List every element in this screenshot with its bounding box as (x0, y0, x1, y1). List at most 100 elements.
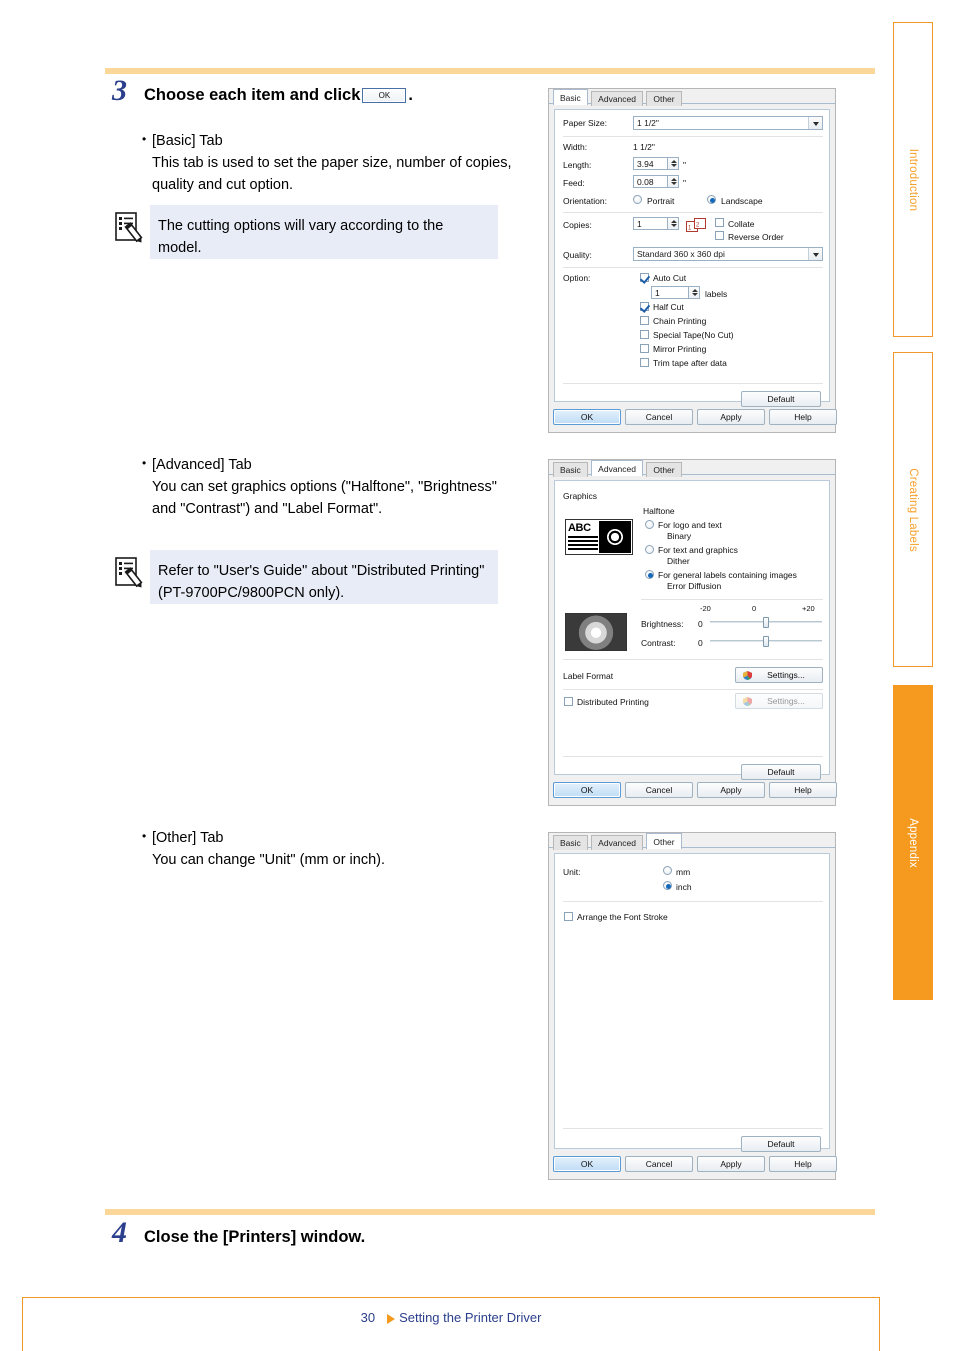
halftone-dither-radio[interactable] (645, 545, 654, 554)
unit-inch-label[interactable]: inch (676, 882, 692, 892)
divider (563, 136, 823, 137)
tab-basic[interactable]: Basic (553, 89, 588, 105)
arrange-font-stroke-label[interactable]: Arrange the Font Stroke (577, 912, 668, 922)
ok-button[interactable]: OK (553, 1156, 621, 1172)
tab-advanced[interactable]: Advanced (591, 835, 643, 850)
slider-tick-mid: 0 (752, 604, 757, 613)
tab-other[interactable]: Other (646, 91, 682, 106)
halftone-binary-radio[interactable] (645, 520, 654, 529)
unit-label: Unit: (563, 867, 581, 877)
slider-thumb[interactable] (763, 617, 769, 628)
auto-cut-count-input[interactable]: 1 (651, 286, 689, 299)
printer-properties-dialog-other[interactable]: Basic Advanced Other Unit: mm inch Arran… (548, 832, 837, 1180)
chain-printing-label[interactable]: Chain Printing (653, 316, 706, 326)
halftone-binary-sublabel: Binary (667, 531, 692, 541)
tab-other[interactable]: Other (646, 833, 682, 849)
apply-button[interactable]: Apply (697, 409, 765, 425)
tab-other[interactable]: Other (646, 462, 682, 477)
half-cut-label[interactable]: Half Cut (653, 302, 684, 312)
auto-cut-label[interactable]: Auto Cut (653, 273, 686, 283)
printer-properties-dialog-advanced[interactable]: Basic Advanced Other Graphics Halftone A… (548, 459, 837, 806)
auto-cut-checkbox[interactable] (640, 273, 649, 282)
unit-mm-radio[interactable] (663, 866, 672, 875)
collate-checkbox[interactable] (715, 218, 724, 227)
default-button[interactable]: Default (741, 391, 821, 407)
halftone-binary-label[interactable]: For logo and text (658, 520, 722, 530)
apply-button[interactable]: Apply (697, 782, 765, 798)
paper-size-combobox[interactable]: 1 1/2" (633, 116, 823, 130)
slider-thumb[interactable] (763, 636, 769, 647)
orientation-landscape-label[interactable]: Landscape (721, 196, 763, 206)
default-button[interactable]: Default (741, 1136, 821, 1152)
distributed-printing-checkbox[interactable] (564, 697, 573, 706)
brightness-label: Brightness: (641, 619, 684, 629)
reverse-order-checkbox[interactable] (715, 231, 724, 240)
default-button[interactable]: Default (741, 764, 821, 780)
help-button[interactable]: Help (769, 782, 837, 798)
brightness-value: 0 (698, 619, 703, 629)
copies-stepper[interactable] (668, 217, 679, 230)
auto-cut-count-stepper[interactable] (689, 286, 700, 299)
help-button[interactable]: Help (769, 409, 837, 425)
orientation-portrait-label[interactable]: Portrait (647, 196, 674, 206)
label-format-settings-button[interactable]: Settings... (735, 667, 823, 683)
special-tape-checkbox[interactable] (640, 330, 649, 339)
sidebar-tab-appendix[interactable]: Appendix (893, 685, 933, 1000)
dialog-button-row: OK Cancel Apply Help (553, 409, 837, 427)
unit-mm-label[interactable]: mm (676, 867, 690, 877)
halftone-error-diffusion-radio[interactable] (645, 570, 654, 579)
advanced-tab-description: [Advanced] Tab You can set graphics opti… (152, 454, 522, 521)
orientation-landscape-radio[interactable] (707, 195, 716, 204)
ok-button[interactable]: OK (553, 409, 621, 425)
feed-input[interactable]: 0.08 (633, 175, 668, 188)
printer-properties-dialog-basic[interactable]: Basic Advanced Other Paper Size: 1 1/2" … (548, 88, 837, 433)
tab-basic[interactable]: Basic (553, 462, 588, 477)
chain-printing-checkbox[interactable] (640, 316, 649, 325)
halftone-error-diffusion-label[interactable]: For general labels containing images (658, 570, 797, 580)
mirror-printing-checkbox[interactable] (640, 344, 649, 353)
sidebar-tab-label: Creating Labels (907, 467, 919, 552)
trim-tape-checkbox[interactable] (640, 358, 649, 367)
chevron-down-icon[interactable] (808, 248, 822, 260)
ok-button[interactable]: OK (553, 782, 621, 798)
sidebar-tab-label: Introduction (907, 148, 919, 211)
copies-input[interactable]: 1 (633, 217, 668, 230)
collate-label[interactable]: Collate (728, 219, 754, 229)
feed-stepper[interactable] (668, 175, 679, 188)
mirror-printing-label[interactable]: Mirror Printing (653, 344, 706, 354)
brightness-slider[interactable] (710, 617, 822, 628)
tab-basic[interactable]: Basic (553, 835, 588, 850)
tab-advanced[interactable]: Advanced (591, 91, 643, 106)
length-input[interactable]: 3.94 (633, 157, 668, 170)
cancel-button[interactable]: Cancel (625, 782, 693, 798)
halftone-dither-label[interactable]: For text and graphics (658, 545, 738, 555)
cancel-button[interactable]: Cancel (625, 409, 693, 425)
arrange-font-stroke-checkbox[interactable] (564, 912, 573, 921)
sidebar-tab-creating-labels[interactable]: Creating Labels (893, 352, 933, 667)
chevron-down-icon[interactable] (808, 117, 822, 129)
paper-size-value: 1 1/2" (637, 118, 659, 128)
tab-advanced[interactable]: Advanced (591, 460, 643, 476)
slider-tick-min: -20 (700, 604, 711, 613)
unit-inch-radio[interactable] (663, 881, 672, 890)
distributed-printing-settings-button[interactable]: Settings... (735, 693, 823, 709)
contrast-label: Contrast: (641, 638, 676, 648)
quality-combobox[interactable]: Standard 360 x 360 dpi (633, 247, 823, 261)
contrast-slider[interactable] (710, 636, 822, 647)
trim-tape-label[interactable]: Trim tape after data (653, 358, 727, 368)
reverse-order-label[interactable]: Reverse Order (728, 232, 784, 242)
special-tape-label[interactable]: Special Tape(No Cut) (653, 330, 734, 340)
step-3: 3 Choose each item and click OK. (112, 76, 413, 106)
half-cut-checkbox[interactable] (640, 302, 649, 311)
orientation-portrait-radio[interactable] (633, 195, 642, 204)
help-button[interactable]: Help (769, 1156, 837, 1172)
paper-size-label: Paper Size: (563, 118, 607, 128)
apply-button[interactable]: Apply (697, 1156, 765, 1172)
memo-icon (115, 557, 143, 588)
abc-preview-icon: ABC (568, 522, 598, 552)
distributed-printing-label[interactable]: Distributed Printing (577, 697, 649, 707)
cancel-button[interactable]: Cancel (625, 1156, 693, 1172)
length-stepper[interactable] (668, 157, 679, 170)
sidebar-tab-introduction[interactable]: Introduction (893, 22, 933, 337)
ok-button-inline-icon[interactable]: OK (362, 88, 407, 104)
